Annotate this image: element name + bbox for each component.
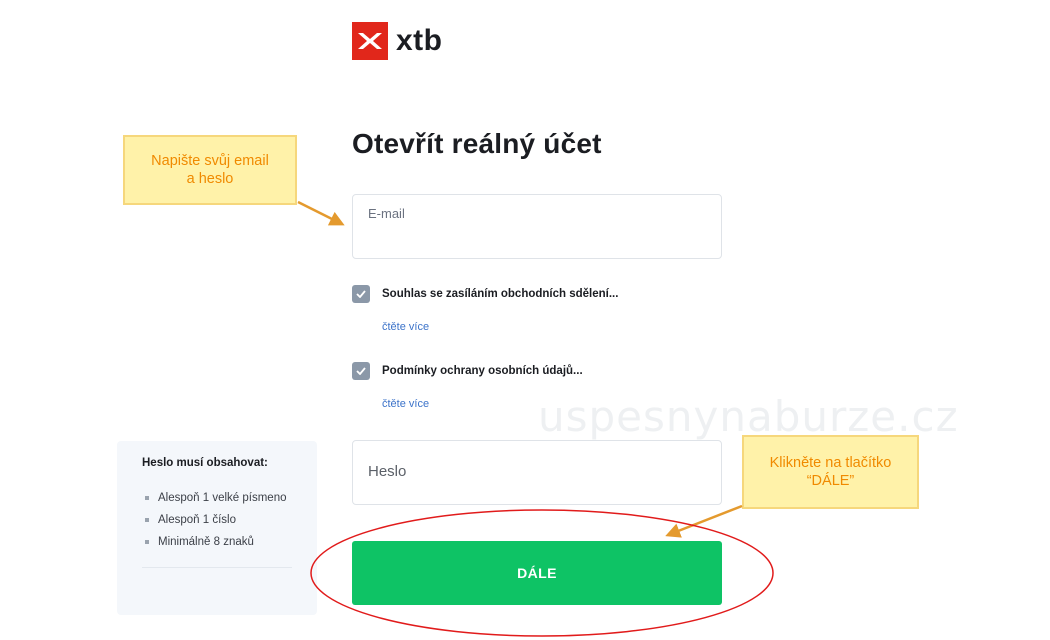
annotation-overlay xyxy=(297,200,774,637)
button-arrow xyxy=(665,504,743,538)
email-arrow xyxy=(297,200,345,226)
submit-highlight-ellipse xyxy=(310,509,774,637)
